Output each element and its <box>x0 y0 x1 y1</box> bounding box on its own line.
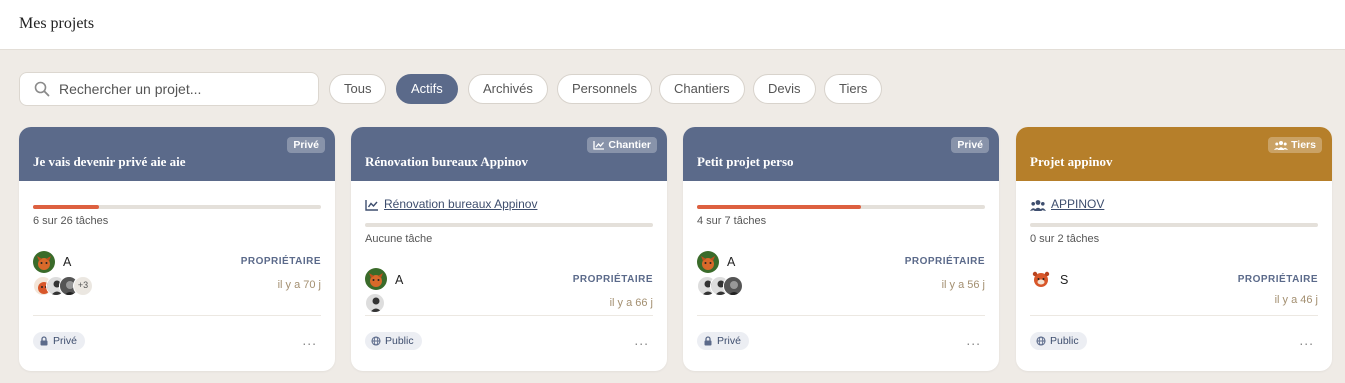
owner-avatar[interactable] <box>365 268 387 290</box>
owner-name: A <box>727 255 736 269</box>
visibility-label: Privé <box>53 335 77 347</box>
page-title: Mes projets <box>19 15 95 32</box>
owner-name: S <box>1060 273 1069 287</box>
progress-fill <box>697 205 862 209</box>
type-badge: Privé <box>951 137 989 153</box>
role-label: PROPRIÉTAIRE <box>1237 274 1318 285</box>
project-card[interactable]: Petit projet perso Privé 4 sur 7 tâches … <box>683 127 999 371</box>
users-icon <box>1274 141 1289 150</box>
visibility-label: Public <box>385 335 414 347</box>
more-options-icon[interactable]: ... <box>966 333 981 347</box>
divider <box>33 315 321 316</box>
visibility-badge: Public <box>365 332 422 350</box>
chart-line-icon <box>593 141 605 150</box>
project-title: Projet appinov <box>1030 154 1113 169</box>
globe-icon <box>371 336 381 346</box>
filter-archived[interactable]: Archivés <box>468 74 548 104</box>
owner-name: A <box>63 255 72 269</box>
progress-text: 4 sur 7 tâches <box>697 215 767 227</box>
filter-sites[interactable]: Chantiers <box>659 74 745 104</box>
card-header: Je vais devenir privé aie aie Privé <box>19 127 335 181</box>
progress-text: Aucune tâche <box>365 233 433 245</box>
owner-avatar[interactable] <box>697 251 719 273</box>
more-options-icon[interactable]: ... <box>302 333 317 347</box>
more-options-icon[interactable]: ... <box>1299 333 1314 347</box>
member-avatar[interactable] <box>723 276 743 296</box>
globe-icon <box>1036 336 1046 346</box>
role-label: PROPRIÉTAIRE <box>240 256 321 267</box>
chart-line-icon <box>365 200 378 211</box>
divider <box>365 315 653 316</box>
users-icon <box>1030 200 1046 211</box>
progress-bar <box>365 223 653 227</box>
divider <box>1030 315 1318 316</box>
site-link-label: Rénovation bureaux Appinov <box>384 197 538 211</box>
progress-text: 6 sur 26 tâches <box>33 215 109 227</box>
search-icon <box>34 81 50 97</box>
visibility-label: Privé <box>717 335 741 347</box>
top-bar: Mes projets <box>0 0 1345 50</box>
progress-bar <box>697 205 985 209</box>
badge-label: Tiers <box>1291 139 1316 151</box>
owner-avatar[interactable] <box>33 251 55 273</box>
updated-ago: il y a 46 j <box>1274 294 1318 306</box>
role-label: PROPRIÉTAIRE <box>572 274 653 285</box>
filter-all[interactable]: Tous <box>329 74 387 104</box>
role-label: PROPRIÉTAIRE <box>904 256 985 267</box>
visibility-badge: Privé <box>697 332 749 350</box>
card-header: Petit projet perso Privé <box>683 127 999 181</box>
progress-fill <box>33 205 100 209</box>
filter-third-parties[interactable]: Tiers <box>824 74 883 104</box>
badge-label: Privé <box>957 139 983 151</box>
visibility-label: Public <box>1050 335 1079 347</box>
type-badge: Privé <box>287 137 325 153</box>
project-title: Rénovation bureaux Appinov <box>365 154 529 169</box>
project-card[interactable]: Projet appinov Tiers APPINOV 0 sur 2 tâc… <box>1016 127 1332 371</box>
member-avatar[interactable] <box>365 293 385 313</box>
filter-active[interactable]: Actifs <box>396 74 458 104</box>
progress-bar <box>1030 223 1318 227</box>
search-box[interactable] <box>19 72 319 106</box>
type-badge: Chantier <box>587 137 657 153</box>
filter-personal[interactable]: Personnels <box>557 74 653 104</box>
members-more[interactable]: +3 <box>73 276 93 296</box>
owner-avatar[interactable] <box>1030 268 1052 290</box>
type-badge: Tiers <box>1268 137 1322 153</box>
divider <box>697 315 985 316</box>
badge-label: Privé <box>293 139 319 151</box>
progress-text: 0 sur 2 tâches <box>1030 233 1100 245</box>
third-party-link[interactable]: APPINOV <box>1030 197 1104 211</box>
lock-icon <box>40 336 48 346</box>
card-header: Projet appinov Tiers <box>1016 127 1332 181</box>
project-card[interactable]: Je vais devenir privé aie aie Privé 6 su… <box>19 127 335 371</box>
search-input[interactable] <box>59 73 309 105</box>
updated-ago: il y a 56 j <box>941 279 985 291</box>
site-link[interactable]: Rénovation bureaux Appinov <box>365 197 537 211</box>
updated-ago: il y a 66 j <box>609 297 653 309</box>
updated-ago: il y a 70 j <box>277 279 321 291</box>
lock-icon <box>704 336 712 346</box>
project-card[interactable]: Rénovation bureaux Appinov Chantier Réno… <box>351 127 667 371</box>
third-party-link-label: APPINOV <box>1051 197 1105 211</box>
card-header: Rénovation bureaux Appinov Chantier <box>351 127 667 181</box>
badge-label: Chantier <box>608 139 651 151</box>
progress-bar <box>33 205 321 209</box>
filter-quotes[interactable]: Devis <box>753 74 816 104</box>
visibility-badge: Public <box>1030 332 1087 350</box>
owner-name: A <box>395 273 404 287</box>
more-options-icon[interactable]: ... <box>634 333 649 347</box>
visibility-badge: Privé <box>33 332 85 350</box>
project-title: Petit projet perso <box>697 154 794 169</box>
project-title: Je vais devenir privé aie aie <box>33 154 186 169</box>
